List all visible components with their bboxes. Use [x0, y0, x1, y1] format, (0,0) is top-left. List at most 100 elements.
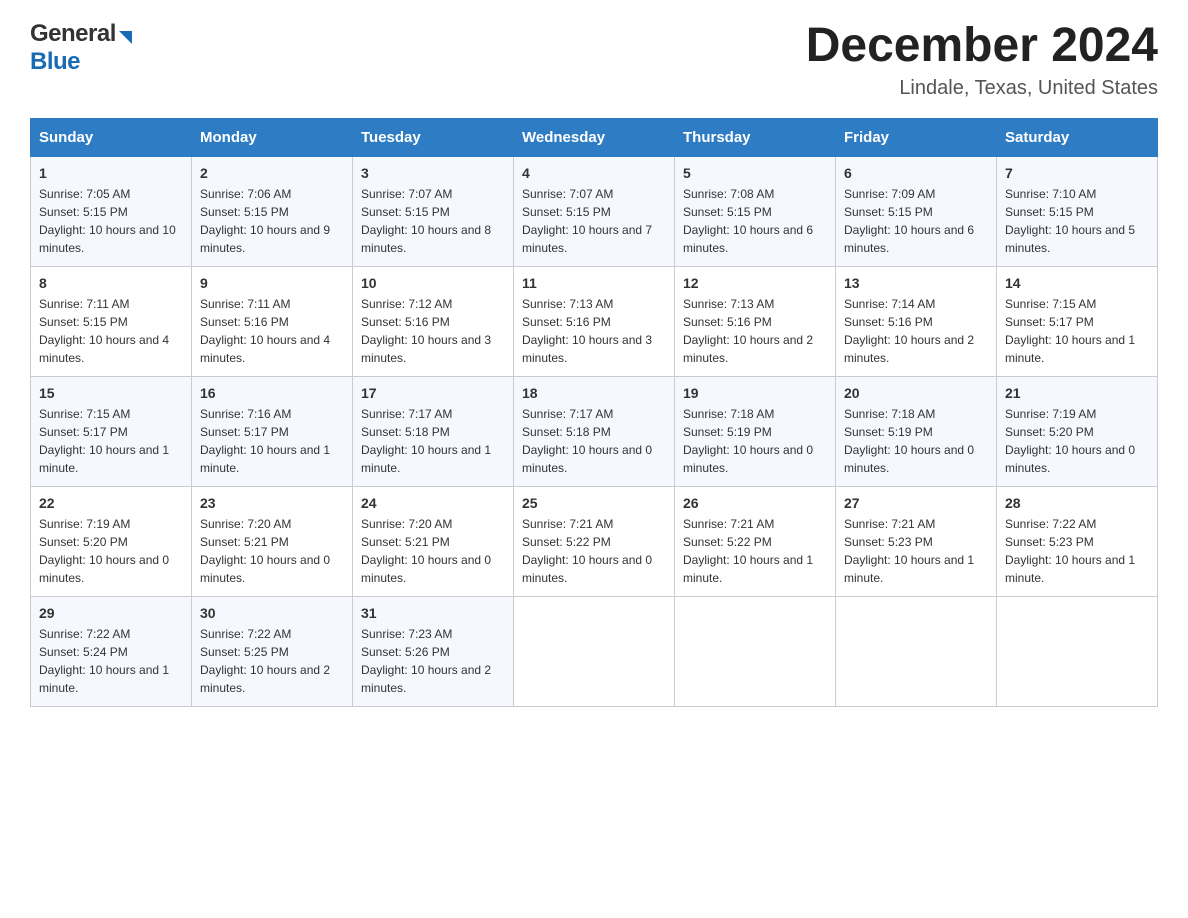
calendar-table: Sunday Monday Tuesday Wednesday Thursday…	[30, 118, 1158, 707]
day-number: 31	[361, 605, 505, 621]
calendar-cell: 30Sunrise: 7:22 AMSunset: 5:25 PMDayligh…	[192, 596, 353, 706]
header-monday: Monday	[192, 118, 353, 156]
day-info: Sunrise: 7:18 AMSunset: 5:19 PMDaylight:…	[683, 405, 827, 477]
logo: General Blue	[30, 20, 132, 76]
day-number: 8	[39, 275, 183, 291]
header-friday: Friday	[836, 118, 997, 156]
day-info: Sunrise: 7:17 AMSunset: 5:18 PMDaylight:…	[361, 405, 505, 477]
day-number: 17	[361, 385, 505, 401]
calendar-cell: 31 Sunrise: 7:23 AMSunset: 5:26 PMDayligh…	[353, 596, 514, 706]
calendar-cell: 10Sunrise: 7:12 AMSunset: 5:16 PMDayligh…	[353, 266, 514, 376]
day-info: Sunrise: 7:19 AMSunset: 5:20 PMDaylight:…	[1005, 405, 1149, 477]
day-info: Sunrise: 7:21 AMSunset: 5:22 PMDaylight:…	[522, 515, 666, 587]
calendar-cell: 19 Sunrise: 7:18 AMSunset: 5:19 PMDayligh…	[675, 376, 836, 486]
day-info: Sunrise: 7:13 AMSunset: 5:16 PMDaylight:…	[683, 295, 827, 367]
day-number: 22	[39, 495, 183, 511]
day-header-row: Sunday Monday Tuesday Wednesday Thursday…	[31, 118, 1158, 156]
calendar-cell: 25 Sunrise: 7:21 AMSunset: 5:22 PMDayligh…	[514, 486, 675, 596]
calendar-cell: 1 Sunrise: 7:05 AMSunset: 5:15 PMDaylight…	[31, 156, 192, 266]
day-info: Sunrise: 7:11 AMSunset: 5:15 PMDaylight:…	[39, 295, 183, 367]
day-number: 5	[683, 165, 827, 181]
calendar-subtitle: Lindale, Texas, United States	[806, 77, 1158, 100]
day-number: 23	[200, 495, 344, 511]
day-number: 29	[39, 605, 183, 621]
day-number: 6	[844, 165, 988, 181]
day-number: 15	[39, 385, 183, 401]
day-info: Sunrise: 7:07 AMSunset: 5:15 PMDaylight:…	[361, 185, 505, 257]
header-saturday: Saturday	[997, 118, 1158, 156]
calendar-cell: 4 Sunrise: 7:07 AMSunset: 5:15 PMDaylight…	[514, 156, 675, 266]
calendar-cell	[514, 596, 675, 706]
day-info: Sunrise: 7:22 AMSunset: 5:24 PMDaylight:…	[39, 625, 183, 697]
day-number: 7	[1005, 165, 1149, 181]
day-number: 9	[200, 275, 344, 291]
calendar-cell: 16Sunrise: 7:16 AMSunset: 5:17 PMDayligh…	[192, 376, 353, 486]
day-number: 28	[1005, 495, 1149, 511]
day-number: 24	[361, 495, 505, 511]
calendar-cell: 23 Sunrise: 7:20 AMSunset: 5:21 PMDayligh…	[192, 486, 353, 596]
day-number: 4	[522, 165, 666, 181]
day-info: Sunrise: 7:05 AMSunset: 5:15 PMDaylight:…	[39, 185, 183, 257]
day-info: Sunrise: 7:11 AMSunset: 5:16 PMDaylight:…	[200, 295, 344, 367]
day-number: 14	[1005, 275, 1149, 291]
calendar-cell: 12Sunrise: 7:13 AMSunset: 5:16 PMDayligh…	[675, 266, 836, 376]
day-info: Sunrise: 7:17 AMSunset: 5:18 PMDaylight:…	[522, 405, 666, 477]
day-number: 19	[683, 385, 827, 401]
day-info: Sunrise: 7:15 AMSunset: 5:17 PMDaylight:…	[1005, 295, 1149, 367]
day-number: 26	[683, 495, 827, 511]
day-info: Sunrise: 7:22 AMSunset: 5:23 PMDaylight:…	[1005, 515, 1149, 587]
page-header: General Blue December 2024 Lindale, Texa…	[30, 20, 1158, 100]
calendar-cell: 9 Sunrise: 7:11 AMSunset: 5:16 PMDaylight…	[192, 266, 353, 376]
day-info: Sunrise: 7:18 AMSunset: 5:19 PMDaylight:…	[844, 405, 988, 477]
logo-text-general: General	[30, 20, 116, 48]
day-number: 25	[522, 495, 666, 511]
calendar-week-row: 29 Sunrise: 7:22 AMSunset: 5:24 PMDayligh…	[31, 596, 1158, 706]
day-number: 11	[522, 275, 666, 291]
day-info: Sunrise: 7:12 AMSunset: 5:16 PMDaylight:…	[361, 295, 505, 367]
day-number: 27	[844, 495, 988, 511]
header-sunday: Sunday	[31, 118, 192, 156]
header-tuesday: Tuesday	[353, 118, 514, 156]
calendar-cell: 8 Sunrise: 7:11 AMSunset: 5:15 PMDaylight…	[31, 266, 192, 376]
calendar-cell	[675, 596, 836, 706]
day-info: Sunrise: 7:23 AMSunset: 5:26 PMDaylight:…	[361, 625, 505, 697]
calendar-cell: 5Sunrise: 7:08 AMSunset: 5:15 PMDaylight…	[675, 156, 836, 266]
calendar-cell: 2Sunrise: 7:06 AMSunset: 5:15 PMDaylight…	[192, 156, 353, 266]
calendar-cell: 27 Sunrise: 7:21 AMSunset: 5:23 PMDayligh…	[836, 486, 997, 596]
calendar-week-row: 1 Sunrise: 7:05 AMSunset: 5:15 PMDaylight…	[31, 156, 1158, 266]
calendar-cell: 22 Sunrise: 7:19 AMSunset: 5:20 PMDayligh…	[31, 486, 192, 596]
calendar-cell: 18 Sunrise: 7:17 AMSunset: 5:18 PMDayligh…	[514, 376, 675, 486]
calendar-cell: 7Sunrise: 7:10 AMSunset: 5:15 PMDaylight…	[997, 156, 1158, 266]
header-thursday: Thursday	[675, 118, 836, 156]
calendar-cell: 21 Sunrise: 7:19 AMSunset: 5:20 PMDayligh…	[997, 376, 1158, 486]
day-number: 20	[844, 385, 988, 401]
day-info: Sunrise: 7:19 AMSunset: 5:20 PMDaylight:…	[39, 515, 183, 587]
calendar-cell: 3 Sunrise: 7:07 AMSunset: 5:15 PMDaylight…	[353, 156, 514, 266]
day-info: Sunrise: 7:07 AMSunset: 5:15 PMDaylight:…	[522, 185, 666, 257]
calendar-cell: 26Sunrise: 7:21 AMSunset: 5:22 PMDayligh…	[675, 486, 836, 596]
calendar-cell: 17 Sunrise: 7:17 AMSunset: 5:18 PMDayligh…	[353, 376, 514, 486]
calendar-cell: 14 Sunrise: 7:15 AMSunset: 5:17 PMDayligh…	[997, 266, 1158, 376]
day-info: Sunrise: 7:14 AMSunset: 5:16 PMDaylight:…	[844, 295, 988, 367]
calendar-cell: 24 Sunrise: 7:20 AMSunset: 5:21 PMDayligh…	[353, 486, 514, 596]
day-number: 18	[522, 385, 666, 401]
calendar-cell: 20 Sunrise: 7:18 AMSunset: 5:19 PMDayligh…	[836, 376, 997, 486]
calendar-cell: 11Sunrise: 7:13 AMSunset: 5:16 PMDayligh…	[514, 266, 675, 376]
day-number: 2	[200, 165, 344, 181]
day-info: Sunrise: 7:20 AMSunset: 5:21 PMDaylight:…	[200, 515, 344, 587]
day-number: 21	[1005, 385, 1149, 401]
day-info: Sunrise: 7:21 AMSunset: 5:23 PMDaylight:…	[844, 515, 988, 587]
logo-text-blue: Blue	[30, 48, 80, 75]
calendar-cell: 29 Sunrise: 7:22 AMSunset: 5:24 PMDayligh…	[31, 596, 192, 706]
calendar-cell: 28 Sunrise: 7:22 AMSunset: 5:23 PMDayligh…	[997, 486, 1158, 596]
logo-arrow-icon	[119, 31, 132, 44]
calendar-cell: 6Sunrise: 7:09 AMSunset: 5:15 PMDaylight…	[836, 156, 997, 266]
day-number: 30	[200, 605, 344, 621]
calendar-cell: 13Sunrise: 7:14 AMSunset: 5:16 PMDayligh…	[836, 266, 997, 376]
day-info: Sunrise: 7:16 AMSunset: 5:17 PMDaylight:…	[200, 405, 344, 477]
calendar-week-row: 8 Sunrise: 7:11 AMSunset: 5:15 PMDaylight…	[31, 266, 1158, 376]
day-info: Sunrise: 7:20 AMSunset: 5:21 PMDaylight:…	[361, 515, 505, 587]
day-number: 3	[361, 165, 505, 181]
day-number: 1	[39, 165, 183, 181]
calendar-title: December 2024	[806, 20, 1158, 73]
